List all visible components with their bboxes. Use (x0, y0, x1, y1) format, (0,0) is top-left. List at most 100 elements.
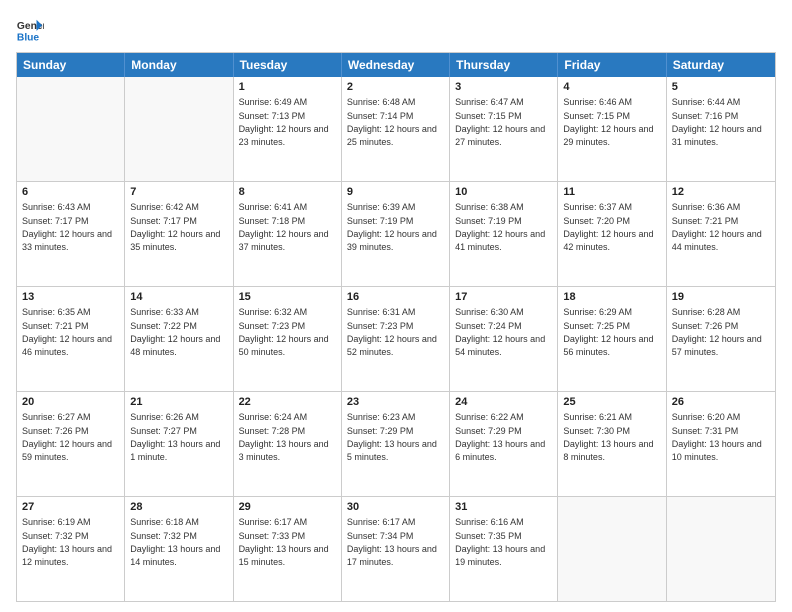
day-info: Sunrise: 6:29 AM Sunset: 7:25 PM Dayligh… (563, 307, 653, 357)
calendar-cell-2: 2 Sunrise: 6:48 AM Sunset: 7:14 PM Daylig… (342, 77, 450, 181)
calendar-cell-27: 27Sunrise: 6:19 AM Sunset: 7:32 PM Dayli… (17, 497, 125, 601)
calendar-row-4: 27Sunrise: 6:19 AM Sunset: 7:32 PM Dayli… (17, 496, 775, 601)
calendar-cell-12: 12 Sunrise: 6:36 AM Sunset: 7:21 PM Dayli… (667, 182, 775, 286)
day-info: Sunrise: 6:48 AM Sunset: 7:14 PM Dayligh… (347, 97, 437, 147)
weekday-header-sunday: Sunday (17, 53, 125, 77)
day-info: Sunrise: 6:44 AM Sunset: 7:16 PM Dayligh… (672, 97, 762, 147)
day-info: Sunrise: 6:41 AM Sunset: 7:18 PM Dayligh… (239, 202, 329, 252)
calendar-cell-1: 1Sunrise: 6:49 AM Sunset: 7:13 PM Daylig… (234, 77, 342, 181)
day-info: Sunrise: 6:38 AM Sunset: 7:19 PM Dayligh… (455, 202, 545, 252)
day-number: 21 (130, 395, 227, 410)
calendar-row-3: 20 Sunrise: 6:27 AM Sunset: 7:26 PM Dayli… (17, 391, 775, 496)
calendar-cell-8: 8Sunrise: 6:41 AM Sunset: 7:18 PM Daylig… (234, 182, 342, 286)
day-info: Sunrise: 6:17 AM Sunset: 7:34 PM Dayligh… (347, 517, 437, 567)
day-number: 15 (239, 290, 336, 305)
day-number: 23 (347, 395, 444, 410)
day-info: Sunrise: 6:36 AM Sunset: 7:21 PM Dayligh… (672, 202, 762, 252)
day-number: 10 (455, 185, 552, 200)
day-info: Sunrise: 6:42 AM Sunset: 7:17 PM Dayligh… (130, 202, 220, 252)
day-number: 2 (347, 80, 444, 95)
calendar-row-1: 6 Sunrise: 6:43 AM Sunset: 7:17 PM Daylig… (17, 181, 775, 286)
weekday-header-wednesday: Wednesday (342, 53, 450, 77)
calendar-cell-25: 25Sunrise: 6:21 AM Sunset: 7:30 PM Dayli… (558, 392, 666, 496)
day-info: Sunrise: 6:43 AM Sunset: 7:17 PM Dayligh… (22, 202, 112, 252)
calendar-cell-20: 20 Sunrise: 6:27 AM Sunset: 7:26 PM Dayli… (17, 392, 125, 496)
calendar-cell-13: 13Sunrise: 6:35 AM Sunset: 7:21 PM Dayli… (17, 287, 125, 391)
day-number: 26 (672, 395, 770, 410)
calendar: SundayMondayTuesdayWednesdayThursdayFrid… (16, 52, 776, 602)
day-info: Sunrise: 6:26 AM Sunset: 7:27 PM Dayligh… (130, 412, 220, 462)
calendar-cell-empty (558, 497, 666, 601)
calendar-cell-15: 15 Sunrise: 6:32 AM Sunset: 7:23 PM Dayli… (234, 287, 342, 391)
day-number: 18 (563, 290, 660, 305)
day-info: Sunrise: 6:33 AM Sunset: 7:22 PM Dayligh… (130, 307, 220, 357)
calendar-cell-21: 21 Sunrise: 6:26 AM Sunset: 7:27 PM Dayli… (125, 392, 233, 496)
day-info: Sunrise: 6:28 AM Sunset: 7:26 PM Dayligh… (672, 307, 762, 357)
day-number: 12 (672, 185, 770, 200)
calendar-cell-30: 30 Sunrise: 6:17 AM Sunset: 7:34 PM Dayli… (342, 497, 450, 601)
calendar-cell-7: 7 Sunrise: 6:42 AM Sunset: 7:17 PM Daylig… (125, 182, 233, 286)
day-number: 13 (22, 290, 119, 305)
day-number: 17 (455, 290, 552, 305)
weekday-header-friday: Friday (558, 53, 666, 77)
day-number: 5 (672, 80, 770, 95)
calendar-cell-22: 22 Sunrise: 6:24 AM Sunset: 7:28 PM Dayli… (234, 392, 342, 496)
calendar-cell-18: 18 Sunrise: 6:29 AM Sunset: 7:25 PM Dayli… (558, 287, 666, 391)
day-info: Sunrise: 6:31 AM Sunset: 7:23 PM Dayligh… (347, 307, 437, 357)
day-number: 22 (239, 395, 336, 410)
day-number: 25 (563, 395, 660, 410)
calendar-cell-empty (17, 77, 125, 181)
day-number: 27 (22, 500, 119, 515)
day-number: 9 (347, 185, 444, 200)
day-number: 11 (563, 185, 660, 200)
day-number: 29 (239, 500, 336, 515)
day-info: Sunrise: 6:27 AM Sunset: 7:26 PM Dayligh… (22, 412, 112, 462)
day-info: Sunrise: 6:37 AM Sunset: 7:20 PM Dayligh… (563, 202, 653, 252)
day-number: 1 (239, 80, 336, 95)
calendar-cell-26: 26 Sunrise: 6:20 AM Sunset: 7:31 PM Dayli… (667, 392, 775, 496)
calendar-cell-31: 31Sunrise: 6:16 AM Sunset: 7:35 PM Dayli… (450, 497, 558, 601)
day-number: 6 (22, 185, 119, 200)
calendar-body: 1Sunrise: 6:49 AM Sunset: 7:13 PM Daylig… (17, 77, 775, 601)
calendar-cell-14: 14Sunrise: 6:33 AM Sunset: 7:22 PM Dayli… (125, 287, 233, 391)
day-info: Sunrise: 6:17 AM Sunset: 7:33 PM Dayligh… (239, 517, 329, 567)
calendar-cell-17: 17 Sunrise: 6:30 AM Sunset: 7:24 PM Dayli… (450, 287, 558, 391)
day-number: 19 (672, 290, 770, 305)
calendar-cell-4: 4 Sunrise: 6:46 AM Sunset: 7:15 PM Daylig… (558, 77, 666, 181)
calendar-cell-19: 19 Sunrise: 6:28 AM Sunset: 7:26 PM Dayli… (667, 287, 775, 391)
day-info: Sunrise: 6:30 AM Sunset: 7:24 PM Dayligh… (455, 307, 545, 357)
calendar-cell-empty (667, 497, 775, 601)
day-info: Sunrise: 6:46 AM Sunset: 7:15 PM Dayligh… (563, 97, 653, 147)
page-header: General Blue (16, 16, 776, 44)
calendar-page: General Blue SundayMondayTuesdayWednesda… (0, 0, 792, 612)
weekday-header-thursday: Thursday (450, 53, 558, 77)
calendar-cell-11: 11 Sunrise: 6:37 AM Sunset: 7:20 PM Dayli… (558, 182, 666, 286)
day-number: 24 (455, 395, 552, 410)
weekday-header-tuesday: Tuesday (234, 53, 342, 77)
day-number: 7 (130, 185, 227, 200)
day-info: Sunrise: 6:22 AM Sunset: 7:29 PM Dayligh… (455, 412, 545, 462)
calendar-cell-29: 29 Sunrise: 6:17 AM Sunset: 7:33 PM Dayli… (234, 497, 342, 601)
calendar-cell-28: 28Sunrise: 6:18 AM Sunset: 7:32 PM Dayli… (125, 497, 233, 601)
day-number: 16 (347, 290, 444, 305)
day-number: 4 (563, 80, 660, 95)
day-info: Sunrise: 6:20 AM Sunset: 7:31 PM Dayligh… (672, 412, 762, 462)
day-info: Sunrise: 6:32 AM Sunset: 7:23 PM Dayligh… (239, 307, 329, 357)
calendar-cell-24: 24 Sunrise: 6:22 AM Sunset: 7:29 PM Dayli… (450, 392, 558, 496)
day-info: Sunrise: 6:47 AM Sunset: 7:15 PM Dayligh… (455, 97, 545, 147)
day-number: 30 (347, 500, 444, 515)
logo-icon: General Blue (16, 16, 44, 44)
day-info: Sunrise: 6:24 AM Sunset: 7:28 PM Dayligh… (239, 412, 329, 462)
calendar-cell-5: 5 Sunrise: 6:44 AM Sunset: 7:16 PM Daylig… (667, 77, 775, 181)
calendar-cell-10: 10 Sunrise: 6:38 AM Sunset: 7:19 PM Dayli… (450, 182, 558, 286)
calendar-header: SundayMondayTuesdayWednesdayThursdayFrid… (17, 53, 775, 77)
day-number: 20 (22, 395, 119, 410)
day-info: Sunrise: 6:18 AM Sunset: 7:32 PM Dayligh… (130, 517, 220, 567)
weekday-header-saturday: Saturday (667, 53, 775, 77)
calendar-cell-6: 6 Sunrise: 6:43 AM Sunset: 7:17 PM Daylig… (17, 182, 125, 286)
weekday-header-monday: Monday (125, 53, 233, 77)
calendar-cell-23: 23Sunrise: 6:23 AM Sunset: 7:29 PM Dayli… (342, 392, 450, 496)
day-number: 3 (455, 80, 552, 95)
day-info: Sunrise: 6:39 AM Sunset: 7:19 PM Dayligh… (347, 202, 437, 252)
day-info: Sunrise: 6:16 AM Sunset: 7:35 PM Dayligh… (455, 517, 545, 567)
